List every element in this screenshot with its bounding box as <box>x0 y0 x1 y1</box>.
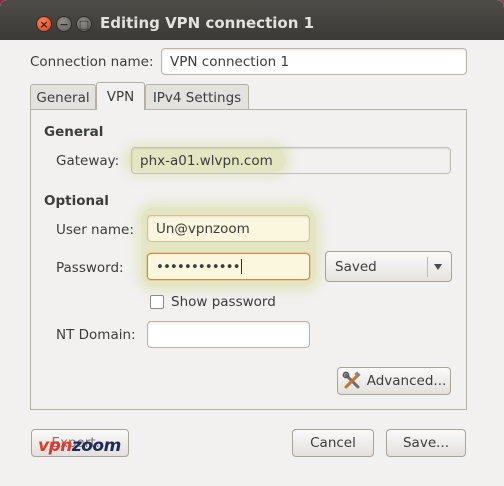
username-input[interactable]: Un@vpnzoom <box>147 215 310 242</box>
password-storage-select[interactable]: Saved <box>325 251 452 282</box>
optional-section-heading: Optional <box>44 193 109 209</box>
connection-name-label: Connection name: <box>30 54 154 70</box>
vpnzoom-watermark: vpnzoom <box>38 436 121 456</box>
save-button[interactable]: Save... <box>386 429 466 457</box>
text-cursor <box>240 259 242 274</box>
show-password-label[interactable]: Show password <box>171 294 276 310</box>
password-input[interactable]: •••••••••••• <box>147 253 310 280</box>
minimize-window-button[interactable]: − <box>56 16 72 32</box>
tools-icon <box>342 371 361 389</box>
title-bar: × − □ Editing VPN connection 1 <box>0 0 504 40</box>
general-section-heading: General <box>44 124 104 140</box>
cancel-button-label: Cancel <box>310 435 356 451</box>
close-window-button[interactable]: × <box>36 16 52 32</box>
combo-separator <box>427 257 428 277</box>
connection-name-input[interactable]: VPN connection 1 <box>161 48 467 75</box>
tab-ipv4-settings-label: IPv4 Settings <box>152 89 242 106</box>
username-label: User name: <box>56 222 134 238</box>
gateway-value: phx-a01.wlvpn.com <box>140 152 273 169</box>
tab-general[interactable]: General <box>30 84 96 110</box>
tab-vpn-label: VPN <box>106 88 135 105</box>
password-label: Password: <box>56 260 124 276</box>
advanced-button[interactable]: Advanced... <box>337 367 451 395</box>
tab-general-label: General <box>36 89 90 106</box>
advanced-button-label: Advanced... <box>366 373 447 389</box>
password-storage-value: Saved <box>335 259 377 275</box>
maximize-icon: □ <box>78 17 90 31</box>
gateway-label: Gateway: <box>56 153 120 169</box>
chevron-down-icon <box>434 264 442 270</box>
nt-domain-input[interactable] <box>147 321 310 348</box>
vpn-editor-window: × − □ Editing VPN connection 1 Connectio… <box>0 0 504 486</box>
watermark-zoom: zoom <box>71 436 121 456</box>
save-button-label: Save... <box>402 435 449 451</box>
window-title: Editing VPN connection 1 <box>100 14 315 32</box>
watermark-vpn: vpn <box>38 436 72 456</box>
close-icon: × <box>39 17 49 31</box>
tab-ipv4-settings[interactable]: IPv4 Settings <box>145 84 249 110</box>
connection-name-value: VPN connection 1 <box>170 53 290 70</box>
minimize-icon: − <box>59 17 69 31</box>
maximize-window-button[interactable]: □ <box>76 16 92 32</box>
tab-vpn[interactable]: VPN <box>96 82 145 110</box>
gateway-input[interactable]: phx-a01.wlvpn.com <box>131 147 451 174</box>
password-value: •••••••••••• <box>156 258 241 275</box>
username-value: Un@vpnzoom <box>156 220 250 237</box>
nt-domain-label: NT Domain: <box>56 327 136 343</box>
cancel-button[interactable]: Cancel <box>292 429 374 457</box>
show-password-checkbox[interactable] <box>150 295 164 309</box>
